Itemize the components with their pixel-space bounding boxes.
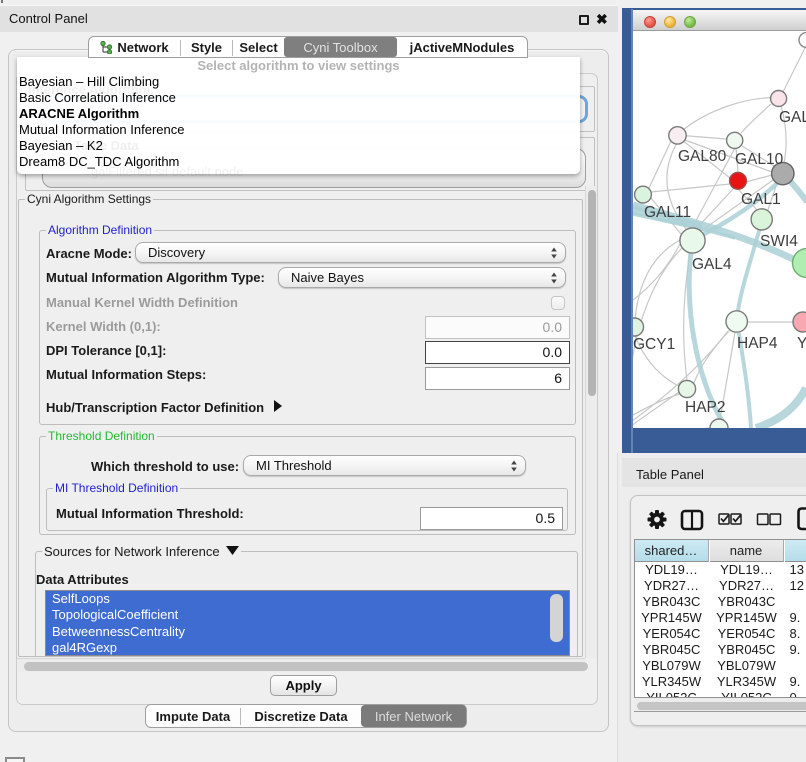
svg-text:GAL80: GAL80 xyxy=(678,148,727,165)
svg-text:GAL2: GAL2 xyxy=(779,109,806,126)
svg-text:GAL4: GAL4 xyxy=(692,256,732,273)
svg-text:Y: Y xyxy=(797,335,806,352)
svg-text:GAL11: GAL11 xyxy=(644,204,691,221)
svg-text:GCY1: GCY1 xyxy=(633,336,675,353)
svg-text:GAL10: GAL10 xyxy=(735,151,784,168)
svg-text:HAP4: HAP4 xyxy=(737,335,778,352)
svg-text:HAP2: HAP2 xyxy=(685,399,726,416)
svg-text:SWI4: SWI4 xyxy=(760,233,798,250)
svg-text:GAL1: GAL1 xyxy=(741,191,781,208)
